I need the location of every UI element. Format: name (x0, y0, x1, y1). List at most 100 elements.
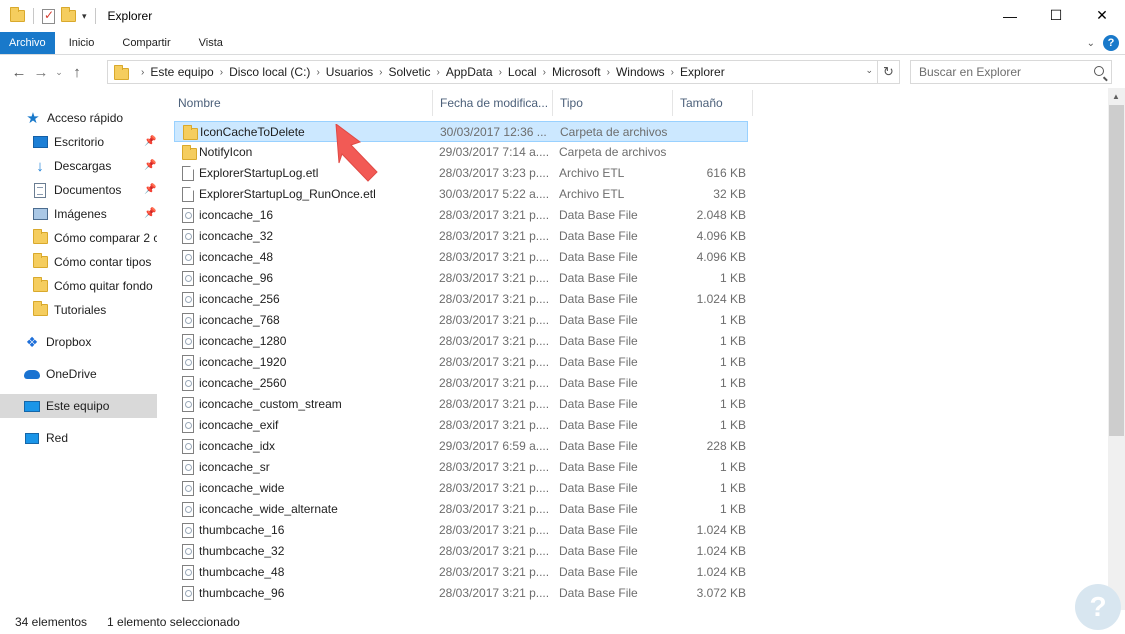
breadcrumb-item[interactable]: Explorer (680, 65, 725, 79)
file-row[interactable]: iconcache_wide_alternate 28/03/2017 3:21 … (174, 499, 748, 520)
file-date: 28/03/2017 3:21 p.... (439, 313, 550, 327)
minimize-button[interactable]: — (987, 0, 1033, 31)
breadcrumb-item[interactable]: AppData (446, 65, 493, 79)
file-row[interactable]: iconcache_1920 28/03/2017 3:21 p.... Data … (174, 352, 748, 373)
address-dropdown-icon[interactable]: ⌄ (865, 65, 873, 76)
folder-icon[interactable] (10, 7, 25, 22)
nav-item-descargas[interactable]: ↓ Descargas 📌 (32, 154, 157, 178)
column-header-size[interactable]: Tamaño (673, 90, 753, 116)
file-type: Archivo ETL (559, 166, 625, 180)
file-row[interactable]: iconcache_custom_stream 28/03/2017 3:21 p… (174, 394, 748, 415)
file-row[interactable]: iconcache_2560 28/03/2017 3:21 p.... Data … (174, 373, 748, 394)
nav-item-documentos[interactable]: Documentos 📌 (32, 178, 157, 202)
breadcrumb-item[interactable]: Este equipo (150, 65, 213, 79)
file-row[interactable]: iconcache_96 28/03/2017 3:21 p.... Data Ba… (174, 268, 748, 289)
nav-item-escritorio[interactable]: Escritorio 📌 (32, 130, 157, 154)
file-row[interactable]: iconcache_idx 29/03/2017 6:59 a.... Data B… (174, 436, 748, 457)
nav-item-tutoriales[interactable]: Tutoriales (32, 298, 157, 322)
pin-icon[interactable]: 📌 (144, 160, 156, 171)
star-icon: ★ (26, 110, 40, 127)
expand-ribbon-chevron-icon[interactable]: ⌄ (1087, 38, 1095, 49)
pin-icon[interactable]: 📌 (144, 208, 156, 219)
pin-icon[interactable]: 📌 (144, 184, 156, 195)
column-header-type[interactable]: Tipo (553, 90, 673, 116)
maximize-button[interactable]: ☐ (1033, 0, 1079, 31)
breadcrumb-item[interactable]: Local (508, 65, 537, 79)
properties-icon[interactable] (42, 8, 55, 24)
address-bar[interactable]: › Este equipo › Disco local (C:) › Usuar… (107, 60, 900, 84)
nav-item-onedrive[interactable]: OneDrive (24, 362, 157, 386)
back-arrow-icon[interactable]: ← (8, 61, 30, 83)
breadcrumb-separator-icon[interactable]: › (543, 67, 546, 78)
file-row[interactable]: thumbcache_16 28/03/2017 3:21 p.... Data B… (174, 520, 748, 541)
refresh-icon[interactable]: ↻ (877, 61, 899, 83)
file-row[interactable]: iconcache_exif 28/03/2017 3:21 p.... Data … (174, 415, 748, 436)
file-row[interactable]: iconcache_1280 28/03/2017 3:21 p.... Data … (174, 331, 748, 352)
file-row[interactable]: thumbcache_96 28/03/2017 3:21 p.... Data B… (174, 583, 748, 604)
nav-item-este-equipo[interactable]: Este equipo (0, 394, 157, 418)
file-row[interactable]: NotifyIcon 29/03/2017 7:14 a.... Carpeta d… (174, 142, 748, 163)
breadcrumb-separator-icon[interactable]: › (379, 67, 382, 78)
new-folder-icon[interactable] (61, 7, 76, 22)
search-icon[interactable] (1094, 66, 1104, 76)
vertical-scrollbar[interactable]: ▲ (1108, 88, 1125, 610)
customize-toolbar-dropdown-icon[interactable]: ▾ (82, 11, 87, 22)
pin-icon[interactable]: 📌 (144, 136, 156, 147)
file-row[interactable]: iconcache_sr 28/03/2017 3:21 p.... Data Ba… (174, 457, 748, 478)
file-row[interactable]: iconcache_256 28/03/2017 3:21 p.... Data B… (174, 289, 748, 310)
breadcrumb-item[interactable]: Solvetic (388, 65, 430, 79)
nav-item-folder[interactable]: Cómo comparar 2 c (32, 226, 157, 250)
tab-compartir[interactable]: Compartir (108, 32, 184, 54)
column-header-name[interactable]: Nombre (171, 90, 433, 116)
nav-item-imagenes[interactable]: Imágenes 📌 (32, 202, 157, 226)
column-header-date[interactable]: Fecha de modifica... (433, 90, 553, 116)
file-row[interactable]: ExplorerStartupLog_RunOnce.etl 30/03/2017… (174, 184, 748, 205)
breadcrumb-separator-icon[interactable]: › (316, 67, 319, 78)
forward-arrow-icon[interactable]: → (30, 61, 52, 83)
file-row[interactable]: thumbcache_48 28/03/2017 3:21 p.... Data B… (174, 562, 748, 583)
documents-icon (32, 182, 48, 198)
breadcrumb-separator-icon[interactable]: › (607, 67, 610, 78)
database-file-icon (182, 334, 194, 349)
file-row[interactable]: ExplorerStartupLog.etl 28/03/2017 3:23 p.… (174, 163, 748, 184)
tab-archivo[interactable]: Archivo (0, 32, 55, 54)
breadcrumb-separator-icon[interactable]: › (437, 67, 440, 78)
file-row[interactable]: thumbcache_32 28/03/2017 3:21 p.... Data B… (174, 541, 748, 562)
breadcrumb-separator-icon[interactable]: › (499, 67, 502, 78)
file-row[interactable]: IconCacheToDelete 30/03/2017 12:36 ... Car… (174, 121, 748, 142)
breadcrumb-separator-icon[interactable]: › (141, 67, 144, 78)
recent-locations-chevron-icon[interactable]: ⌄ (52, 61, 66, 83)
file-row[interactable]: iconcache_16 28/03/2017 3:21 p.... Data Ba… (174, 205, 748, 226)
file-size: 4.096 KB (696, 229, 746, 243)
up-arrow-icon[interactable]: ↑ (66, 61, 88, 83)
file-type: Data Base File (559, 250, 638, 264)
breadcrumb-separator-icon[interactable]: › (671, 67, 674, 78)
help-icon[interactable]: ? (1103, 35, 1119, 51)
nav-item-folder[interactable]: Cómo quitar fondo (32, 274, 157, 298)
search-input[interactable] (911, 65, 1081, 79)
file-row[interactable]: iconcache_32 28/03/2017 3:21 p.... Data Ba… (174, 226, 748, 247)
file-size: 1 KB (719, 313, 746, 327)
breadcrumb-item[interactable]: Disco local (C:) (229, 65, 310, 79)
nav-item-red[interactable]: Red (24, 426, 157, 450)
breadcrumb-item[interactable]: Usuarios (326, 65, 373, 79)
breadcrumb-item[interactable]: Windows (616, 65, 665, 79)
tab-inicio[interactable]: Inicio (55, 32, 109, 54)
file-date: 28/03/2017 3:21 p.... (439, 586, 550, 600)
nav-quick-access[interactable]: ★ Acceso rápido (25, 106, 157, 130)
file-row[interactable]: iconcache_768 28/03/2017 3:21 p.... Data B… (174, 310, 748, 331)
breadcrumb-separator-icon[interactable]: › (220, 67, 223, 78)
file-type: Data Base File (559, 208, 638, 222)
tab-vista[interactable]: Vista (185, 32, 237, 54)
file-date: 28/03/2017 3:23 p.... (439, 166, 550, 180)
close-button[interactable]: ✕ (1079, 0, 1125, 31)
nav-label: Escritorio (54, 135, 105, 149)
file-row[interactable]: iconcache_48 28/03/2017 3:21 p.... Data Ba… (174, 247, 748, 268)
breadcrumb-item[interactable]: Microsoft (552, 65, 601, 79)
scrollbar-thumb[interactable] (1109, 105, 1124, 436)
scroll-up-icon[interactable]: ▲ (1112, 92, 1120, 101)
file-row[interactable]: iconcache_wide 28/03/2017 3:21 p.... Data … (174, 478, 748, 499)
file-size: 1 KB (719, 355, 746, 369)
nav-item-folder[interactable]: Cómo contar tipos (32, 250, 157, 274)
nav-item-dropbox[interactable]: ❖ Dropbox (24, 330, 157, 354)
